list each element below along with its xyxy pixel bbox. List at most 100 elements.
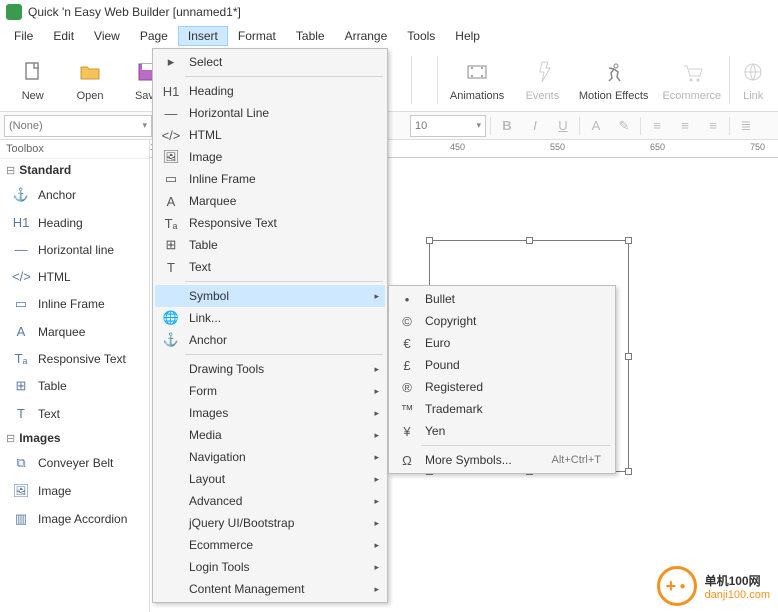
- menu-item-select[interactable]: ▸Select: [155, 51, 385, 73]
- new-button[interactable]: New: [4, 50, 61, 110]
- open-button[interactable]: Open: [61, 50, 118, 110]
- menu-separator: [185, 76, 383, 77]
- menu-item-trademark[interactable]: ™Trademark: [391, 398, 613, 420]
- submenu-arrow-icon: ▸: [374, 474, 379, 485]
- sidebar-item-marquee[interactable]: AMarquee: [0, 318, 149, 345]
- list-button[interactable]: ≣: [734, 115, 758, 137]
- menu-item-login-tools[interactable]: Login Tools▸: [155, 556, 385, 578]
- menu-item-table[interactable]: ⊞Table: [155, 234, 385, 256]
- menu-item-marquee[interactable]: AMarquee: [155, 190, 385, 212]
- menu-item-inline-frame[interactable]: ▭Inline Frame: [155, 168, 385, 190]
- align-right-button[interactable]: ≡: [701, 115, 725, 137]
- menu-item-label: Anchor: [183, 333, 365, 347]
- menu-item-heading[interactable]: H1Heading: [155, 80, 385, 102]
- align-center-button[interactable]: ≡: [673, 115, 697, 137]
- sidebar-item-label: Anchor: [38, 188, 76, 202]
- menu-item-label: Marquee: [183, 194, 365, 208]
- sidebar-item-text[interactable]: TText: [0, 400, 149, 427]
- watermark: 单机100网 danji100.com: [657, 566, 770, 606]
- style-combo[interactable]: (None): [4, 115, 152, 137]
- menu-edit[interactable]: Edit: [43, 26, 84, 46]
- resize-handle-e[interactable]: [625, 353, 632, 360]
- menu-item-media[interactable]: Media▸: [155, 424, 385, 446]
- watermark-logo-icon: [657, 566, 697, 606]
- menu-file[interactable]: File: [4, 26, 43, 46]
- menu-item-html[interactable]: </>HTML: [155, 124, 385, 146]
- sidebar-item-icon: A: [12, 324, 30, 339]
- submenu-arrow-icon: ▸: [374, 518, 379, 529]
- menu-item-responsive-text[interactable]: TₐResponsive Text: [155, 212, 385, 234]
- menu-item-drawing-tools[interactable]: Drawing Tools▸: [155, 358, 385, 380]
- menu-item-label: Image: [183, 150, 365, 164]
- highlight-button[interactable]: ✎: [612, 115, 636, 137]
- menu-item-form[interactable]: Form▸: [155, 380, 385, 402]
- open-label: Open: [77, 90, 104, 102]
- motion-effects-button[interactable]: Motion Effects: [571, 50, 656, 110]
- sidebar-item-conveyer-belt[interactable]: ⧉Conveyer Belt: [0, 449, 149, 477]
- submenu-arrow-icon: ▸: [374, 386, 379, 397]
- resize-handle-n[interactable]: [526, 237, 533, 244]
- align-left-button[interactable]: ≡: [645, 115, 669, 137]
- menu-item-anchor[interactable]: ⚓Anchor: [155, 329, 385, 351]
- menu-item-advanced[interactable]: Advanced▸: [155, 490, 385, 512]
- menu-format[interactable]: Format: [228, 26, 286, 46]
- sidebar-item-table[interactable]: ⊞Table: [0, 372, 149, 400]
- menu-item-link-[interactable]: 🌐Link...: [155, 307, 385, 329]
- menu-item-ecommerce[interactable]: Ecommerce▸: [155, 534, 385, 556]
- menu-item-content-management[interactable]: Content Management▸: [155, 578, 385, 600]
- menu-item-bullet[interactable]: •Bullet: [391, 288, 613, 310]
- menu-item-pound[interactable]: £Pound: [391, 354, 613, 376]
- sidebar-item-image[interactable]: 🖼Image: [0, 477, 149, 505]
- sidebar-item-anchor[interactable]: ⚓Anchor: [0, 181, 149, 209]
- menu-item-registered[interactable]: ®Registered: [391, 376, 613, 398]
- menu-item-icon: €: [395, 336, 419, 351]
- menu-item-yen[interactable]: ¥Yen: [391, 420, 613, 442]
- italic-button[interactable]: I: [523, 115, 547, 137]
- sidebar-group-images[interactable]: Images: [0, 427, 149, 449]
- menu-item-layout[interactable]: Layout▸: [155, 468, 385, 490]
- sidebar-item-image-accordion[interactable]: ▥Image Accordion: [0, 505, 149, 533]
- sidebar-item-horizontal-line[interactable]: —Horizontal line: [0, 236, 149, 263]
- resize-handle-se[interactable]: [625, 468, 632, 475]
- menu-arrange[interactable]: Arrange: [335, 26, 398, 46]
- menu-view[interactable]: View: [84, 26, 130, 46]
- sidebar-item-label: Conveyer Belt: [38, 456, 113, 470]
- app-logo-icon: [6, 4, 22, 20]
- menu-tools[interactable]: Tools: [397, 26, 445, 46]
- menu-item-icon: £: [395, 358, 419, 373]
- menu-item-copyright[interactable]: ©Copyright: [391, 310, 613, 332]
- menu-item-image[interactable]: 🖼Image: [155, 146, 385, 168]
- menu-item-label: Euro: [419, 336, 593, 350]
- menubar: FileEditViewPageInsertFormatTableArrange…: [0, 24, 778, 48]
- sidebar-item-label: Heading: [38, 216, 83, 230]
- menu-table[interactable]: Table: [286, 26, 335, 46]
- fontcolor-button[interactable]: A: [584, 115, 608, 137]
- bold-button[interactable]: B: [495, 115, 519, 137]
- sidebar-item-responsive-text[interactable]: TₐResponsive Text: [0, 345, 149, 372]
- menu-item-text[interactable]: TText: [155, 256, 385, 278]
- sidebar-item-inline-frame[interactable]: ▭Inline Frame: [0, 290, 149, 318]
- menu-item-euro[interactable]: €Euro: [391, 332, 613, 354]
- resize-handle-ne[interactable]: [625, 237, 632, 244]
- menu-item-images[interactable]: Images▸: [155, 402, 385, 424]
- events-button[interactable]: Events: [514, 50, 571, 110]
- resize-handle-nw[interactable]: [426, 237, 433, 244]
- menu-item-jquery-ui-bootstrap[interactable]: jQuery UI/Bootstrap▸: [155, 512, 385, 534]
- sidebar-item-heading[interactable]: H1Heading: [0, 209, 149, 236]
- menu-help[interactable]: Help: [445, 26, 490, 46]
- ecommerce-button[interactable]: Ecommerce: [656, 50, 727, 110]
- menu-item-horizontal-line[interactable]: —Horizontal Line: [155, 102, 385, 124]
- toolbox-sidebar: Toolbox Standard⚓AnchorH1Heading—Horizon…: [0, 140, 150, 612]
- fontsize-combo[interactable]: 10: [410, 115, 486, 137]
- menu-item-symbol[interactable]: Symbol▸: [155, 285, 385, 307]
- link-button[interactable]: Link: [732, 50, 774, 110]
- menu-item-more-symbols-[interactable]: ΩMore Symbols...Alt+Ctrl+T: [391, 449, 613, 471]
- menu-insert[interactable]: Insert: [178, 26, 228, 46]
- sidebar-group-standard[interactable]: Standard: [0, 159, 149, 181]
- sidebar-item-html[interactable]: </>HTML: [0, 263, 149, 290]
- animations-button[interactable]: Animations: [440, 50, 513, 110]
- menu-page[interactable]: Page: [130, 26, 178, 46]
- underline-button[interactable]: U: [551, 115, 575, 137]
- menu-item-navigation[interactable]: Navigation▸: [155, 446, 385, 468]
- menu-item-icon: ¥: [395, 424, 419, 439]
